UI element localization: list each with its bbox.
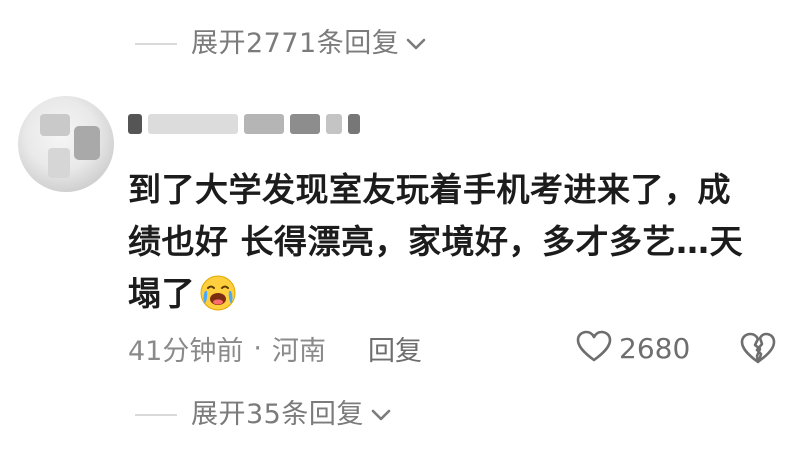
meta-separator: · xyxy=(253,332,262,364)
comment-text: 到了大学发现室友玩着手机考进来了，成 绩也好 长得漂亮，家境好，多才多艺…天 塌… xyxy=(128,164,768,320)
comment-location: 河南 xyxy=(271,335,326,367)
expand-replies-label: 展开2771条回复 xyxy=(191,28,400,59)
broken-heart-icon xyxy=(738,332,778,370)
like-button[interactable]: 2680 xyxy=(575,328,690,368)
expand-replies-bottom[interactable]: 展开35条回复 xyxy=(135,397,392,433)
comment-meta: 41分钟前 · 河南 回复 xyxy=(128,329,422,368)
username-blurred[interactable] xyxy=(128,110,428,138)
divider-line xyxy=(135,43,177,45)
reply-button[interactable]: 回复 xyxy=(368,329,422,368)
chevron-down-icon xyxy=(405,33,427,55)
chevron-down-icon xyxy=(370,404,392,426)
avatar[interactable] xyxy=(18,96,114,192)
dislike-button[interactable] xyxy=(738,330,778,370)
expand-replies-label: 展开35条回复 xyxy=(191,399,364,430)
like-count: 2680 xyxy=(619,331,691,365)
comment-line-3-text: 塌了 xyxy=(128,274,195,313)
crying-laughing-emoji-icon xyxy=(199,274,237,312)
comment-line-1: 到了大学发现室友玩着手机考进来了，成 xyxy=(128,170,731,209)
expand-replies-top[interactable]: 展开2771条回复 xyxy=(135,26,427,62)
comment-thread: 展开2771条回复 到了大学发现室友玩着手机考进来了，成 绩也好 长得漂亮，家境… xyxy=(0,0,800,450)
comment-line-3: 塌了 xyxy=(128,268,768,320)
divider-line xyxy=(135,414,177,416)
comment-line-2: 绩也好 长得漂亮，家境好，多才多艺…天 xyxy=(128,222,743,261)
comment-time: 41分钟前 xyxy=(128,335,244,367)
heart-icon xyxy=(575,329,613,367)
